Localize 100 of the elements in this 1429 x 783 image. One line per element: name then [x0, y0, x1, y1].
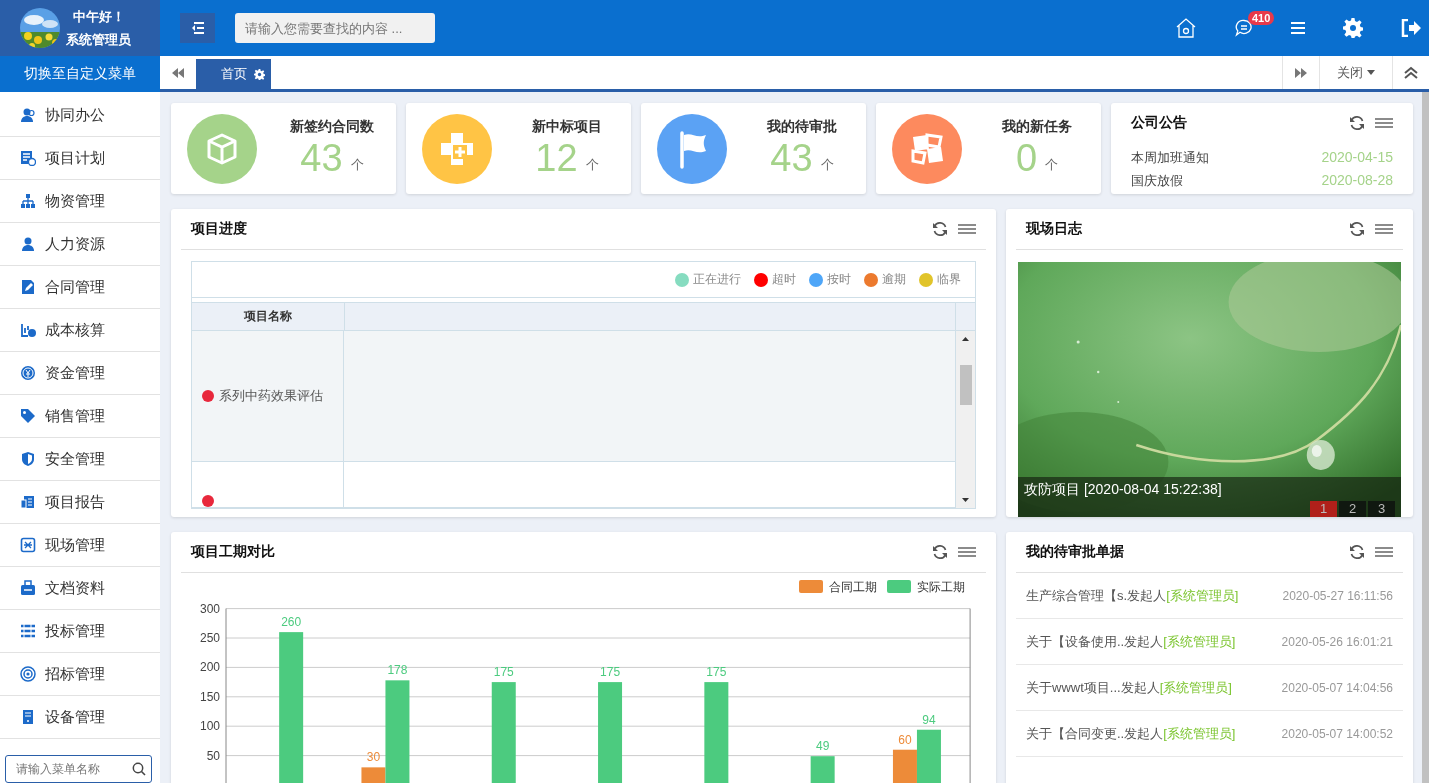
- project-name: 系列中药效果评估: [219, 387, 323, 405]
- double-right-arrow-icon: [1295, 67, 1307, 78]
- page-button[interactable]: 3: [1368, 501, 1395, 517]
- refresh-icon[interactable]: [1349, 544, 1365, 560]
- initiator-name: [系统管理员]: [1163, 724, 1236, 743]
- sidebar-item[interactable]: 投标管理: [0, 610, 160, 653]
- device-icon: [20, 709, 36, 725]
- shield-icon: [20, 451, 36, 467]
- refresh-icon[interactable]: [932, 221, 948, 237]
- target-icon: [20, 666, 36, 682]
- document-edit-icon: [20, 279, 36, 295]
- legend-label: 逾期: [882, 271, 906, 288]
- double-left-arrow-icon: [172, 67, 184, 78]
- sidebar-item[interactable]: 现场管理: [0, 524, 160, 567]
- chart-coin-icon: [20, 322, 36, 338]
- logout-icon[interactable]: [1401, 19, 1421, 37]
- scan-icon: [20, 537, 36, 553]
- menu-icon[interactable]: [958, 547, 976, 557]
- bar-value-label: 60: [898, 732, 912, 747]
- legend-swatch[interactable]: [799, 580, 823, 593]
- sidebar-item[interactable]: 合同管理: [0, 266, 160, 309]
- refresh-icon[interactable]: [1349, 221, 1365, 237]
- close-dropdown[interactable]: 关闭: [1319, 56, 1392, 89]
- axis-tick-label: 300: [199, 601, 220, 616]
- sidebar-item[interactable]: 人力资源: [0, 223, 160, 266]
- menu-icon[interactable]: [958, 224, 976, 234]
- notice-date: 2020-04-15: [1321, 149, 1393, 167]
- stat-label: 新签约合同数: [290, 117, 374, 136]
- menu-search-field[interactable]: 请输入菜单名称: [5, 755, 152, 783]
- refresh-icon[interactable]: [1349, 115, 1365, 131]
- approval-time: 2020-05-07 14:04:56: [1281, 680, 1393, 695]
- legend-label: 按时: [827, 271, 851, 288]
- notice-title[interactable]: 国庆放假: [1131, 172, 1183, 190]
- sidebar-item[interactable]: 文档资料: [0, 567, 160, 610]
- menu-switch-button[interactable]: 切换至自定义菜单: [0, 56, 160, 92]
- approval-title[interactable]: 关于【合同变更..发起人: [1026, 724, 1164, 743]
- sidebar-item[interactable]: 物资管理: [0, 180, 160, 223]
- menu-icon[interactable]: [1375, 118, 1393, 128]
- bar-value-label: 178: [387, 663, 408, 678]
- stat-unit: 个: [820, 155, 834, 174]
- stat-value: 12: [535, 135, 578, 180]
- initiator-name: [系统管理员]: [1166, 586, 1239, 605]
- approval-title[interactable]: 关于wwwt项目...发起人: [1026, 678, 1160, 697]
- menu-icon[interactable]: [1375, 547, 1393, 557]
- case-icon: [20, 580, 36, 596]
- stat-value: 0: [1015, 135, 1038, 180]
- gear-icon[interactable]: [254, 68, 265, 80]
- approval-title[interactable]: 关于【设备使用..发起人: [1026, 632, 1164, 651]
- sidebar-item[interactable]: 安全管理: [0, 438, 160, 481]
- chat-icon[interactable]: [1235, 19, 1253, 37]
- notice-title[interactable]: 本周加班通知: [1131, 149, 1209, 167]
- bar-value-label: 175: [600, 665, 621, 680]
- stat-unit: 个: [585, 155, 599, 174]
- menu-toggle-icon[interactable]: [180, 13, 215, 43]
- sidebar-item[interactable]: 协同办公: [0, 94, 160, 137]
- sidebar-item[interactable]: 资金管理: [0, 352, 160, 395]
- sidebar-item[interactable]: 项目计划: [0, 137, 160, 180]
- legend-swatch[interactable]: [887, 580, 911, 593]
- stat-unit: 个: [1045, 155, 1059, 174]
- sidebar-item[interactable]: 项目报告: [0, 481, 160, 524]
- search-icon: [132, 762, 146, 776]
- page-button[interactable]: 1: [1310, 501, 1337, 517]
- sidebar-item[interactable]: 成本核算: [0, 309, 160, 352]
- card-title: 我的待审批单据: [1026, 543, 1125, 561]
- sidebar-item[interactable]: 设备管理: [0, 696, 160, 739]
- legend-label: 正在进行: [693, 271, 741, 288]
- caret-icon: [1367, 70, 1375, 75]
- home-icon[interactable]: [1175, 18, 1197, 38]
- bar-value-label: 175: [706, 665, 727, 680]
- card-title: 项目进度: [191, 220, 248, 238]
- bar-value-label: 30: [366, 750, 381, 765]
- refresh-icon[interactable]: [932, 544, 948, 560]
- axis-tick-label: 100: [199, 719, 220, 734]
- scrollbar[interactable]: [956, 331, 975, 508]
- greeting: 中午好！: [72, 7, 125, 26]
- card-title: 公司公告: [1131, 114, 1188, 132]
- axis-tick-label: 200: [199, 660, 220, 675]
- sidebar-item[interactable]: 销售管理: [0, 395, 160, 438]
- legend-label: 实际工期: [917, 580, 965, 594]
- search-field[interactable]: 请输入您需要查找的内容 ...: [235, 13, 435, 43]
- user-name: 系统管理员: [66, 30, 131, 49]
- approval-title[interactable]: 生产综合管理【s.发起人: [1026, 586, 1167, 605]
- page-button[interactable]: 2: [1339, 501, 1366, 517]
- stat-value: 43: [300, 135, 343, 180]
- menu-icon[interactable]: [1375, 224, 1393, 234]
- initiator-name: [系统管理员]: [1159, 678, 1232, 697]
- tab[interactable]: 首页: [196, 59, 271, 89]
- stat-label: 我的新任务: [1002, 117, 1072, 136]
- settings-icon[interactable]: [1343, 18, 1363, 38]
- scrollbar[interactable]: [1422, 92, 1429, 783]
- down-arrow-icon[interactable]: [962, 498, 969, 502]
- axis-tick-label: 50: [206, 748, 220, 763]
- table-row[interactable]: 系列中药效果评估: [192, 331, 956, 462]
- bar-value-label: 49: [815, 739, 830, 754]
- up-arrow-icon[interactable]: [962, 337, 969, 341]
- legend-label: 合同工期: [829, 580, 877, 594]
- bar-value-label: 260: [281, 615, 302, 630]
- scrollbar-thumb[interactable]: [959, 364, 972, 405]
- sidebar-item[interactable]: 招标管理: [0, 653, 160, 696]
- notice-date: 2020-08-28: [1321, 172, 1393, 190]
